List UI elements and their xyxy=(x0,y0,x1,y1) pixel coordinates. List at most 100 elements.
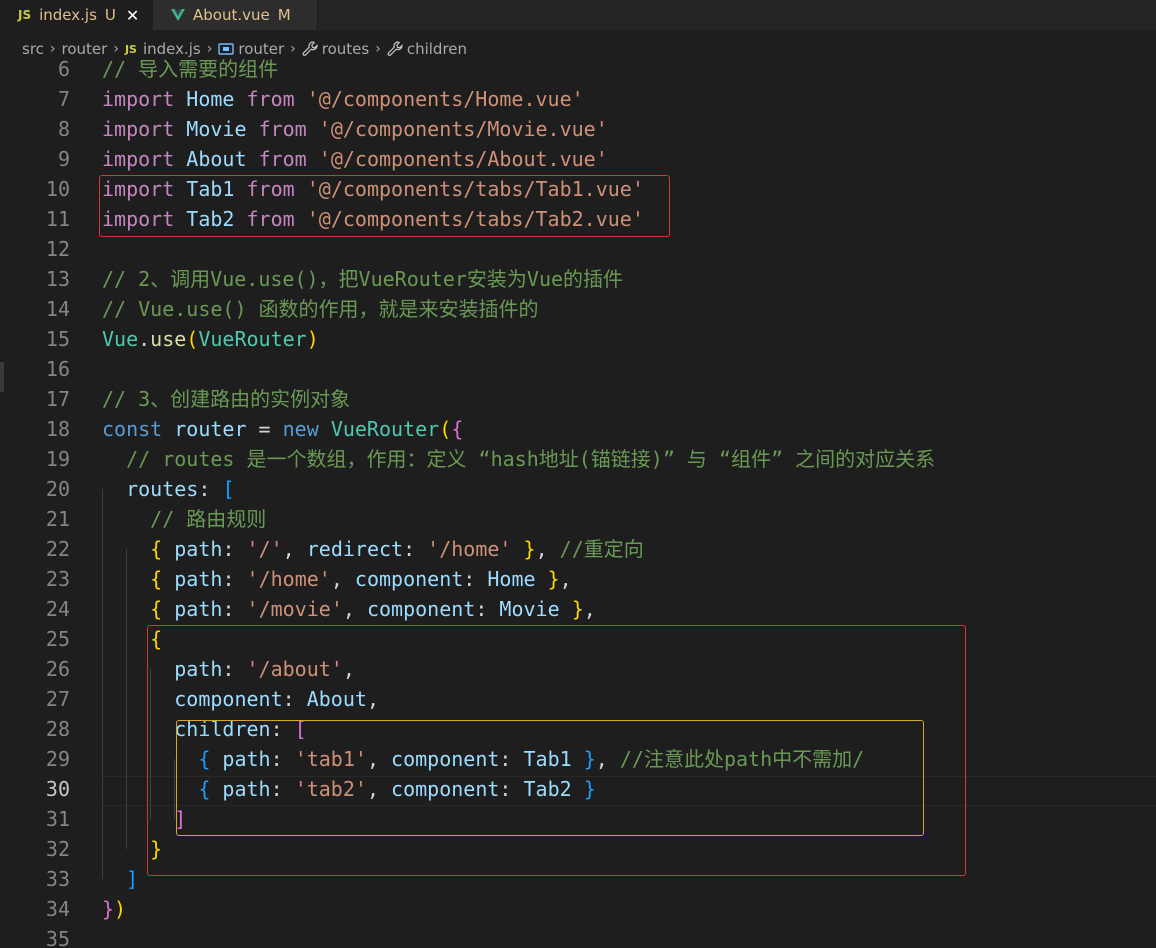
code-line[interactable]: 35 xyxy=(0,924,1156,948)
code-token: ] xyxy=(126,867,139,891)
code-token: : xyxy=(403,537,428,561)
code-token: , xyxy=(559,567,572,591)
code-line[interactable]: 9 import About from '@/components/About.v… xyxy=(0,144,1156,174)
javascript-file-icon: JS xyxy=(18,8,32,22)
code-line[interactable]: 6 // 导入需要的组件 xyxy=(0,54,1156,84)
code-token: . xyxy=(138,327,151,351)
close-icon[interactable]: ✕ xyxy=(126,6,139,25)
line-number: 30 xyxy=(45,777,70,801)
line-code: import About from '@/components/About.vu… xyxy=(102,144,608,174)
code-token: const xyxy=(102,417,163,441)
code-token: //重定向 xyxy=(559,537,644,561)
line-code: // 2、调用Vue.use()，把VueRouter安装为Vue的插件 xyxy=(102,264,623,294)
line-number: 12 xyxy=(45,237,70,261)
code-token: redirect xyxy=(306,537,404,561)
line-number: 19 xyxy=(45,447,70,471)
code-line[interactable]: 34}) xyxy=(0,894,1156,924)
code-token: ( xyxy=(439,417,452,441)
code-token: VueRouter xyxy=(330,417,440,441)
line-code: ] xyxy=(102,864,138,894)
code-line[interactable]: 13 // 2、调用Vue.use()，把VueRouter安装为Vue的插件 xyxy=(0,264,1156,294)
code-token: import xyxy=(102,87,175,111)
tab-git-status: M xyxy=(277,6,291,24)
code-editor[interactable]: 6 // 导入需要的组件 7 import Home from '@/componen… xyxy=(0,54,1156,948)
line-number: 10 xyxy=(45,177,70,201)
code-token: Home xyxy=(186,87,235,111)
line-code: // Vue.use() 函数的作用，就是来安装插件的 xyxy=(102,294,539,324)
code-line[interactable]: 8 import Movie from '@/components/Movie.v… xyxy=(0,114,1156,144)
line-code: // 导入需要的组件 xyxy=(102,54,278,84)
code-token: '/home' xyxy=(246,567,331,591)
editor-tab-bar: JS index.js U ✕ About.vue M xyxy=(0,0,1156,30)
tab-index-js[interactable]: JS index.js U ✕ xyxy=(0,0,153,30)
line-code: const router = new VueRouter({ xyxy=(102,414,463,444)
code-token: new xyxy=(282,417,319,441)
code-line[interactable]: 23 { path: '/home', component: Home }, xyxy=(0,564,1156,594)
code-line[interactable]: 14 // Vue.use() 函数的作用，就是来安装插件的 xyxy=(0,294,1156,324)
line-number: 24 xyxy=(45,597,70,621)
code-token: : xyxy=(463,567,488,591)
line-number: 11 xyxy=(45,207,70,231)
line-number: 33 xyxy=(45,867,70,891)
code-token: VueRouter xyxy=(198,327,307,351)
code-token: ( xyxy=(186,327,199,351)
code-line[interactable]: 20 routes: [ xyxy=(0,474,1156,504)
line-number: 34 xyxy=(45,897,70,921)
code-line[interactable]: 21 // 路由规则 xyxy=(0,504,1156,534)
line-number: 22 xyxy=(45,537,70,561)
line-code: { path: '/', redirect: '/home' }, //重定向 xyxy=(102,534,644,564)
code-token: path xyxy=(174,537,223,561)
line-number: 27 xyxy=(45,687,70,711)
line-number: 32 xyxy=(45,837,70,861)
tab-git-status: U xyxy=(104,6,116,24)
line-number: 23 xyxy=(45,567,70,591)
line-code: // 3、创建路由的实例对象 xyxy=(102,384,350,414)
code-token: use xyxy=(150,327,187,351)
line-number: 8 xyxy=(57,117,70,141)
code-token: , xyxy=(282,537,307,561)
line-code: { path: '/home', component: Home }, xyxy=(102,564,572,594)
vue-file-icon xyxy=(171,9,185,21)
code-token: , xyxy=(342,597,367,621)
highlight-box-tab-imports xyxy=(99,175,670,237)
code-token: // 3、创建路由的实例对象 xyxy=(102,387,351,411)
code-token: : xyxy=(222,597,247,621)
code-line[interactable]: 7 import Home from '@/components/Home.vue… xyxy=(0,84,1156,114)
code-token: [ xyxy=(222,477,235,501)
tab-about-vue[interactable]: About.vue M xyxy=(153,0,318,30)
code-token: } xyxy=(571,597,584,621)
code-token: } xyxy=(523,537,536,561)
code-token: router xyxy=(174,417,247,441)
code-line[interactable]: 12 xyxy=(0,234,1156,264)
code-line[interactable]: 24 { path: '/movie', component: Movie }, xyxy=(0,594,1156,624)
tab-filename: index.js xyxy=(39,6,97,24)
code-token: : xyxy=(222,567,247,591)
code-token: { xyxy=(451,417,464,441)
code-line[interactable]: 22 { path: '/', redirect: '/home' }, //重… xyxy=(0,534,1156,564)
line-code: import Home from '@/components/Home.vue' xyxy=(102,84,584,114)
code-token: component xyxy=(354,567,464,591)
code-line[interactable]: 19 // routes 是一个数组，作用：定义 “hash地址(锚链接)” 与… xyxy=(0,444,1156,474)
code-line[interactable]: 15 Vue.use(VueRouter) xyxy=(0,324,1156,354)
line-number: 7 xyxy=(57,87,70,111)
line-code: }) xyxy=(102,894,126,924)
code-line[interactable]: 16 xyxy=(0,354,1156,384)
code-line[interactable]: 18 const router = new VueRouter({ xyxy=(0,414,1156,444)
code-line[interactable]: 17 // 3、创建路由的实例对象 xyxy=(0,384,1156,414)
highlight-box-children-routes xyxy=(176,720,924,836)
code-token: Vue xyxy=(102,327,139,351)
line-number: 28 xyxy=(45,717,70,741)
code-token: '/movie' xyxy=(246,597,343,621)
